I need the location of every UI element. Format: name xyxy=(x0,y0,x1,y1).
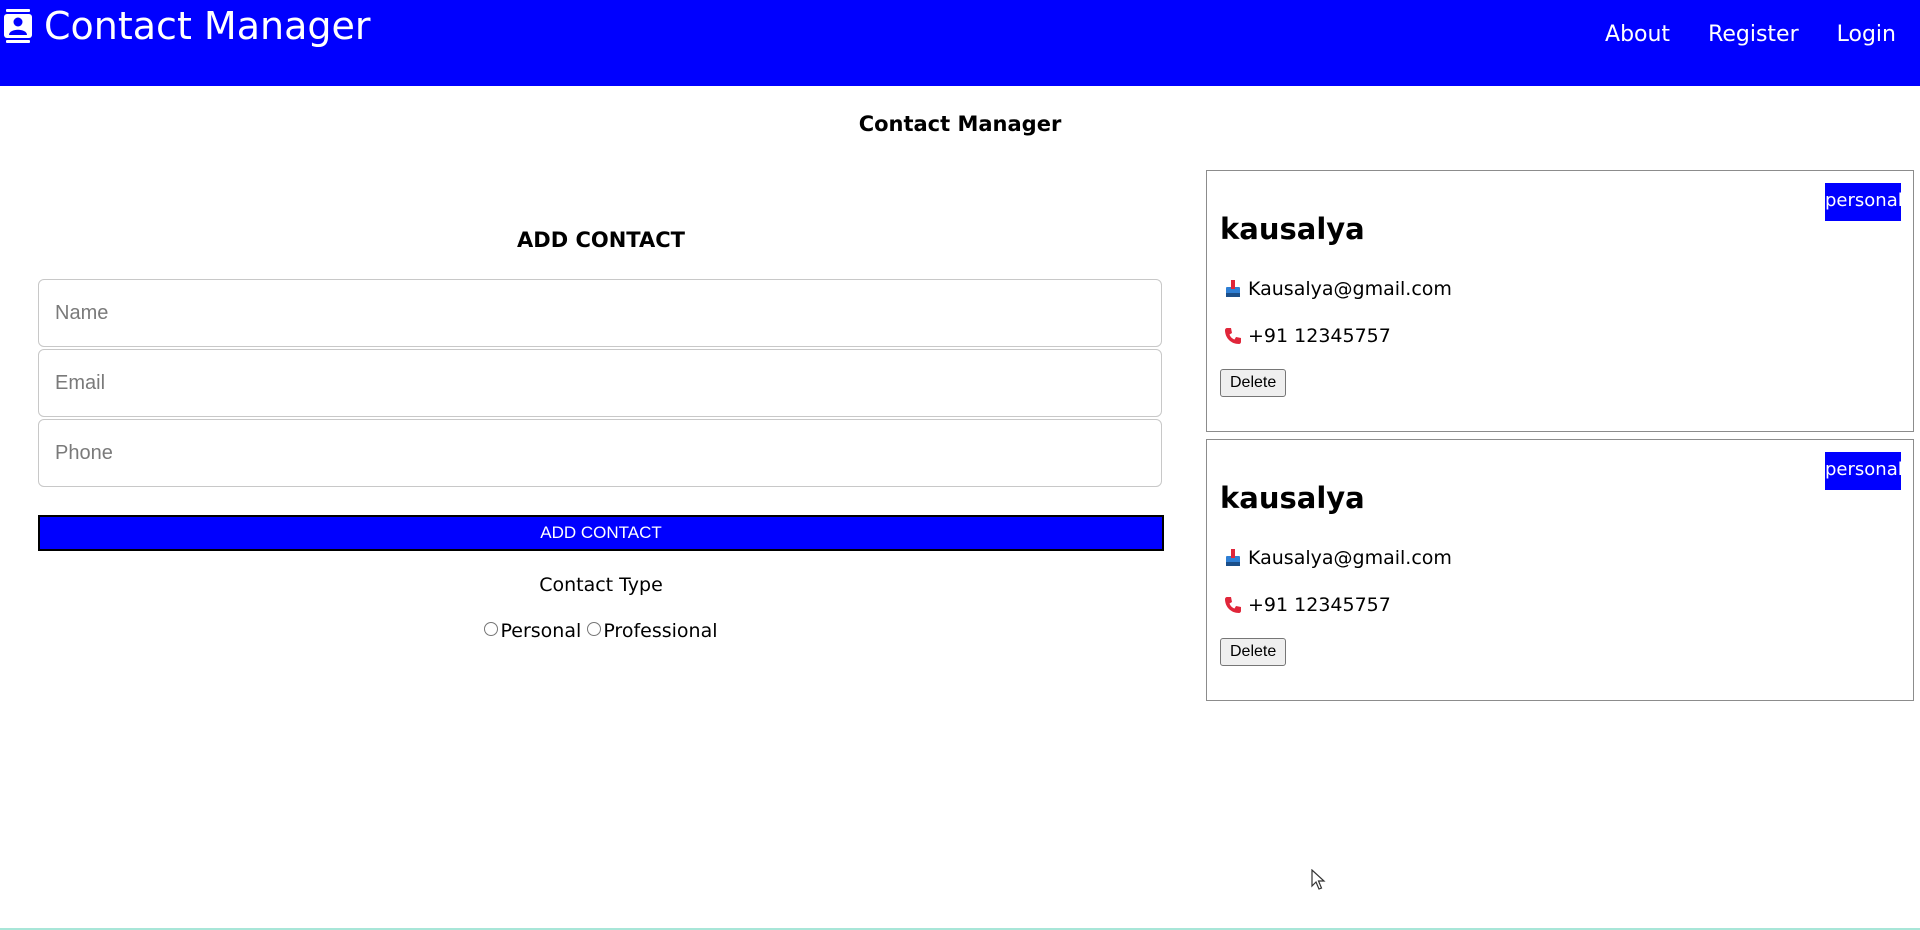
contact-card: personal kausalya Kausalya@gmail.com +91… xyxy=(1206,439,1914,701)
contact-type-badge: personal xyxy=(1825,183,1903,221)
mailbox-icon xyxy=(1226,280,1240,297)
brand[interactable]: Contact Manager xyxy=(4,4,371,48)
mailbox-icon xyxy=(1226,549,1240,566)
navbar: Contact Manager About Register Login xyxy=(0,0,1920,86)
personal-radio-label: Personal xyxy=(500,620,582,642)
contact-type-options: Personal Professional xyxy=(38,620,1164,642)
nav-link-login[interactable]: Login xyxy=(1837,22,1896,47)
contact-type-badge: personal xyxy=(1825,452,1903,490)
add-contact-title: ADD CONTACT xyxy=(517,228,685,252)
contact-name: kausalya xyxy=(1220,212,1365,246)
professional-radio-label: Professional xyxy=(603,620,718,642)
contact-name: kausalya xyxy=(1220,481,1365,515)
email-input[interactable] xyxy=(38,349,1162,417)
contact-card: personal kausalya Kausalya@gmail.com +91… xyxy=(1206,170,1914,432)
contact-type-label: Contact Type xyxy=(539,574,663,596)
nav-links: About Register Login xyxy=(1605,22,1896,47)
contact-phone-row: +91 12345757 xyxy=(1223,594,1391,616)
phone-icon xyxy=(1225,328,1241,344)
contact-email: Kausalya@gmail.com xyxy=(1248,547,1452,569)
contact-book-icon xyxy=(4,9,32,43)
page-title: Contact Manager xyxy=(858,112,1062,136)
nav-link-register[interactable]: Register xyxy=(1708,22,1799,47)
delete-button[interactable]: Delete xyxy=(1220,369,1287,397)
contact-phone: +91 12345757 xyxy=(1248,594,1391,616)
contact-phone: +91 12345757 xyxy=(1248,325,1391,347)
personal-radio[interactable] xyxy=(484,622,499,636)
delete-button[interactable]: Delete xyxy=(1220,638,1287,666)
name-input[interactable] xyxy=(38,279,1162,347)
contact-email-row: Kausalya@gmail.com xyxy=(1223,547,1452,569)
contact-email-row: Kausalya@gmail.com xyxy=(1223,278,1452,300)
contact-email: Kausalya@gmail.com xyxy=(1248,278,1452,300)
phone-icon xyxy=(1225,597,1241,613)
phone-input[interactable] xyxy=(38,419,1162,487)
nav-link-about[interactable]: About xyxy=(1605,22,1670,47)
contact-phone-row: +91 12345757 xyxy=(1223,325,1391,347)
add-contact-button[interactable]: ADD CONTACT xyxy=(38,515,1164,551)
brand-title: Contact Manager xyxy=(44,4,371,48)
professional-radio[interactable] xyxy=(587,622,602,636)
mouse-cursor-icon xyxy=(1311,869,1326,890)
